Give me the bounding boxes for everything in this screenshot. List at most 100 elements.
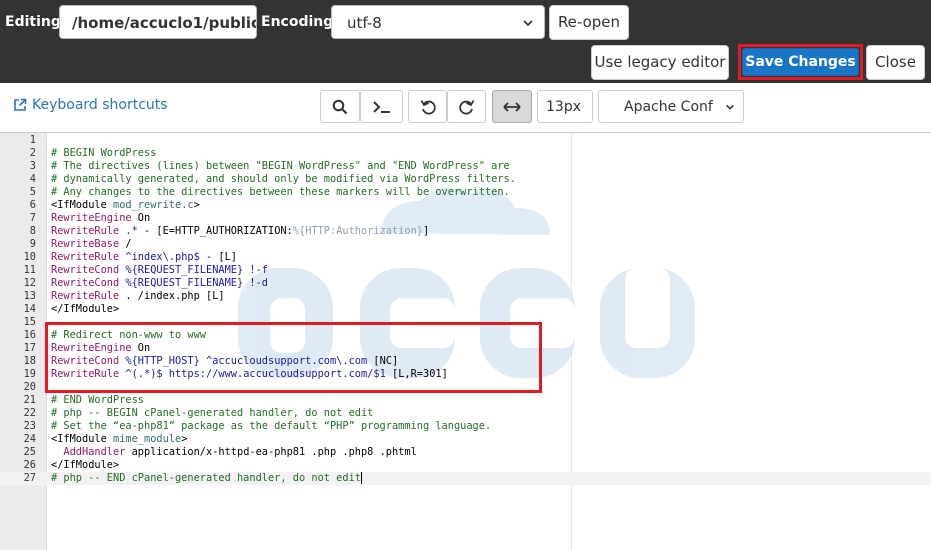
redo-button[interactable] [447, 90, 486, 123]
code-line[interactable]: 1 [0, 134, 931, 147]
code-editor[interactable]: 1 2 # BEGIN WordPress 3 # The directives (li… [0, 132, 931, 550]
code-token: RewriteRule [51, 251, 120, 263]
code-text: # END WordPress [51, 394, 144, 407]
syntax-mode-select[interactable]: Apache Conf [598, 90, 744, 123]
code-line[interactable]: 3 # The directives (lines) between "BEGIN… [0, 160, 931, 173]
code-line[interactable]: 7 RewriteEngine On [0, 212, 931, 225]
redo-icon [458, 99, 474, 114]
syntax-mode-value: Apache Conf [624, 98, 713, 115]
editor-header: Editing: /home/accuclo1/public_ Encoding… [0, 0, 931, 83]
code-text: RewriteRule ^index\.php$ - [L] [51, 251, 237, 264]
line-number: 15 [23, 316, 36, 328]
line-number: 6 [29, 199, 36, 211]
line-number: 7 [29, 212, 36, 224]
code-token: RewriteCond [51, 277, 120, 289]
code-token: > [193, 199, 200, 211]
code-token: - [E=HTTP_AUTHORIZATION: [137, 225, 293, 237]
line-number: 1 [29, 134, 36, 146]
line-number: 11 [23, 264, 36, 276]
code-text: # dynamically generated, and should only… [51, 173, 516, 186]
line-number: 8 [29, 225, 36, 237]
line-number: 26 [23, 459, 36, 471]
code-token: application/x-httpd-ea-php81 .php .php8 … [125, 446, 417, 458]
code-line[interactable]: 13 RewriteRule . /index.php [L] [0, 290, 931, 303]
code-token: > [181, 433, 188, 445]
code-line[interactable]: 9 RewriteBase / [0, 238, 931, 251]
line-number: 27 [23, 472, 36, 484]
line-number: 23 [23, 420, 36, 432]
code-line[interactable]: 6 <IfModule mod_rewrite.c> [0, 199, 931, 212]
code-text: RewriteEngine On [51, 212, 150, 225]
save-changes-button[interactable]: Save Changes [742, 48, 859, 76]
code-token: # php -- END cPanel-generated handler, d… [51, 472, 361, 484]
line-number: 18 [23, 355, 36, 367]
code-line[interactable]: 22 # php -- BEGIN cPanel-generated handle… [0, 407, 931, 420]
use-legacy-editor-button[interactable]: Use legacy editor [591, 45, 729, 80]
line-number: 22 [23, 407, 36, 419]
close-button[interactable]: Close [866, 45, 925, 80]
file-path-value: /home/accuclo1/public_ [72, 14, 257, 32]
code-token: RewriteRule [51, 225, 120, 237]
code-line[interactable]: 10 RewriteRule ^index\.php$ - [L] [0, 251, 931, 264]
code-token: # The directives (lines) between "BEGIN … [51, 160, 510, 172]
code-token: RewriteBase [51, 238, 120, 250]
code-token: # Set the “ea-php81” package as the defa… [51, 420, 492, 432]
code-token: ^index\.php$ [125, 251, 200, 263]
code-text: RewriteRule . /index.php [L] [51, 290, 225, 303]
code-line[interactable]: 26 </IfModule> [0, 459, 931, 472]
code-text: # Set the “ea-php81” package as the defa… [51, 420, 491, 433]
line-number: 13 [23, 290, 36, 302]
line-number: 4 [29, 173, 36, 185]
code-text: # Any changes to the directives between … [51, 186, 510, 199]
code-line[interactable]: 25 AddHandler application/x-httpd-ea-php… [0, 446, 931, 459]
code-text: # BEGIN WordPress [51, 147, 156, 160]
undo-button[interactable] [408, 90, 447, 123]
code-text: RewriteCond %{REQUEST_FILENAME} !-d [51, 277, 268, 290]
chevron-down-icon [726, 104, 734, 110]
code-line[interactable]: 24 <IfModule mime_module> [0, 433, 931, 446]
code-text: # The directives (lines) between "BEGIN … [51, 160, 510, 173]
line-number: 3 [29, 160, 36, 172]
goto-line-button[interactable] [360, 90, 403, 123]
code-token: AddHandler [51, 446, 126, 458]
code-line[interactable]: 4 # dynamically generated, and should onl… [0, 173, 931, 186]
code-text: </IfModule> [51, 459, 119, 472]
code-token: </IfModule> [51, 303, 120, 315]
terminal-icon [372, 100, 390, 113]
external-link-icon [14, 98, 27, 111]
line-number: 21 [23, 394, 36, 406]
code-line[interactable]: 11 RewriteCond %{REQUEST_FILENAME} !-f [0, 264, 931, 277]
line-number: 10 [23, 251, 36, 263]
keyboard-shortcuts-link[interactable]: Keyboard shortcuts [13, 97, 168, 113]
search-icon [332, 99, 348, 114]
line-number: 24 [23, 433, 36, 445]
code-token: </IfModule> [51, 459, 120, 471]
search-button[interactable] [320, 90, 360, 123]
code-token: # dynamically generated, and should only… [51, 173, 516, 185]
code-text: # php -- BEGIN cPanel-generated handler,… [51, 407, 373, 420]
encoding-value: utf-8 [347, 14, 382, 32]
code-line[interactable]: 12 RewriteCond %{REQUEST_FILENAME} !-d [0, 277, 931, 290]
encoding-select[interactable]: utf-8 [331, 5, 545, 39]
word-wrap-toggle[interactable] [492, 90, 532, 123]
code-token: mime_module [113, 433, 182, 445]
reopen-button[interactable]: Re-open [549, 5, 629, 40]
code-line[interactable]: 14 </IfModule> [0, 303, 931, 316]
code-text: RewriteBase / [51, 238, 132, 251]
file-path-field[interactable]: /home/accuclo1/public_ [59, 5, 257, 39]
code-token: %{REQUEST_FILENAME} [119, 277, 244, 289]
code-line[interactable]: 5 # Any changes to the directives between… [0, 186, 931, 199]
code-text: # php -- END cPanel-generated handler, d… [51, 472, 362, 485]
code-lines: 1 2 # BEGIN WordPress 3 # The directives (li… [0, 134, 931, 485]
font-size-select[interactable]: 13px [537, 90, 593, 123]
code-token: # BEGIN WordPress [51, 147, 157, 159]
code-line[interactable]: 21 # END WordPress [0, 394, 931, 407]
code-line[interactable]: 8 RewriteRule .* - [E=HTTP_AUTHORIZATION:… [0, 225, 931, 238]
code-line[interactable]: 23 # Set the “ea-php81” package as the de… [0, 420, 931, 433]
undo-icon [420, 99, 436, 114]
code-line[interactable]: 27 # php -- END cPanel-generated handler,… [0, 472, 931, 485]
code-token: !-f [243, 264, 269, 276]
code-token: RewriteRule [51, 290, 120, 302]
code-token: On [131, 212, 151, 224]
code-line[interactable]: 2 # BEGIN WordPress [0, 147, 931, 160]
